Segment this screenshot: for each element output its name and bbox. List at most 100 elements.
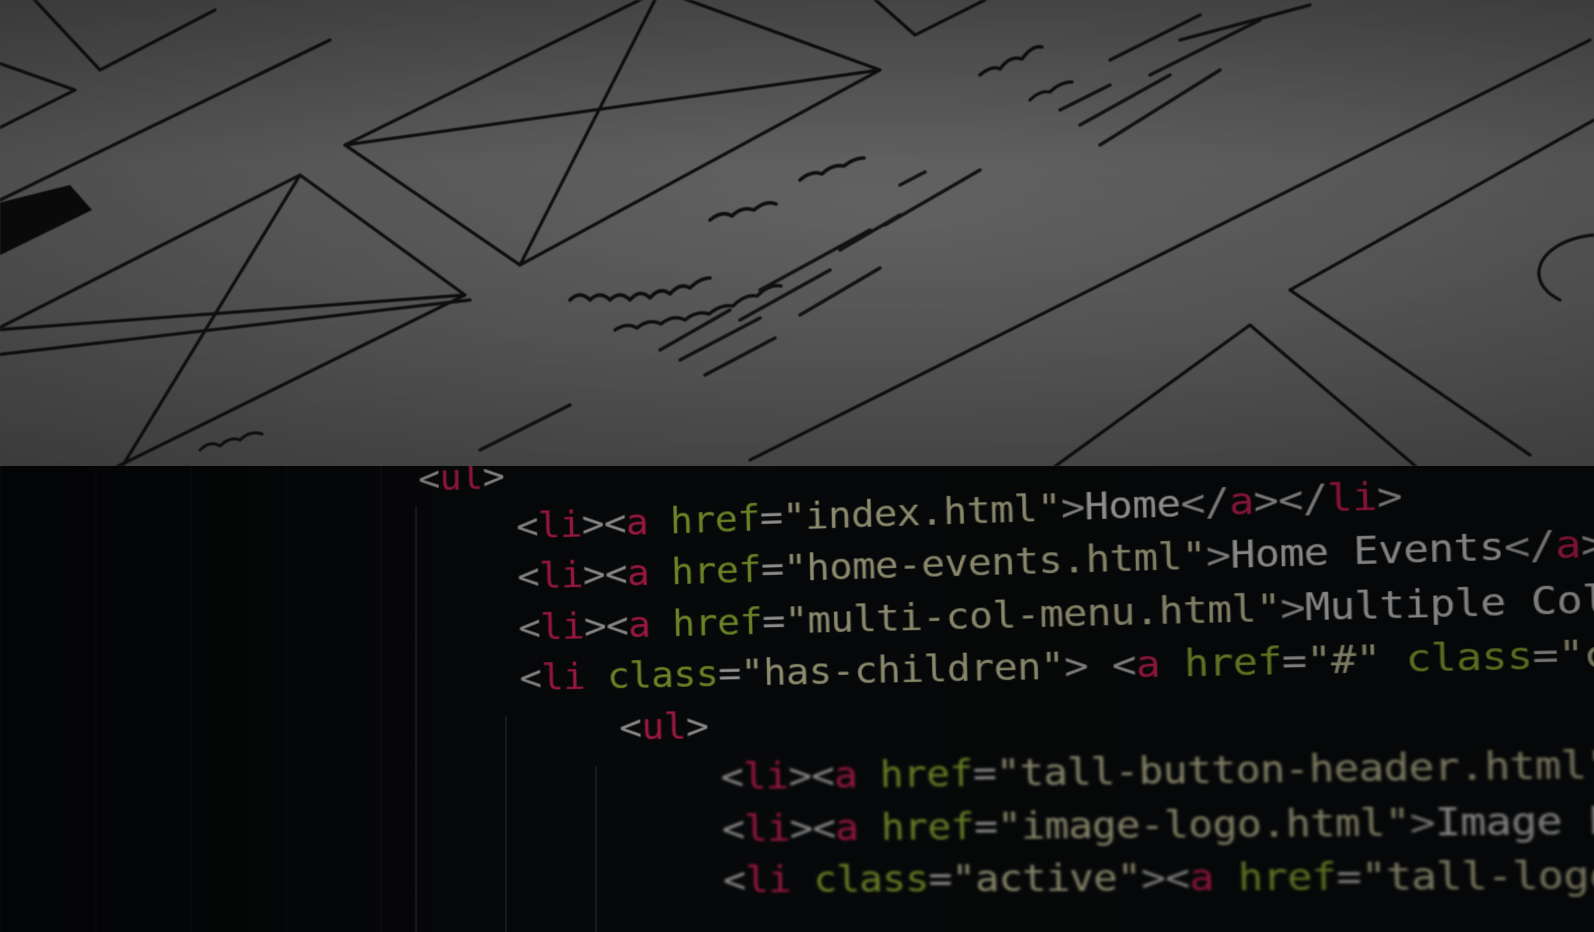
code-token: a (835, 806, 859, 849)
code-token: Home (1084, 482, 1181, 529)
code-token: a (1135, 643, 1160, 688)
code-editor-photo: <ul> <li><a href="index.html">Home</a></l… (0, 466, 1594, 932)
code-token: a (625, 501, 648, 544)
code-token: a (626, 552, 649, 595)
code-token: href (671, 549, 762, 594)
code-token: < (516, 505, 539, 548)
code-token: > (1409, 800, 1435, 845)
code-token: = (762, 600, 786, 643)
code-token: < (723, 859, 746, 902)
code-token: </ (1180, 480, 1230, 526)
code-token: "#" (1306, 637, 1381, 683)
code-token: = (759, 496, 783, 539)
code-token: < (1112, 643, 1137, 687)
code-token: "current" (1557, 628, 1594, 679)
code-token: li (539, 554, 584, 597)
code-token: < (517, 556, 540, 598)
code-token (1160, 642, 1185, 687)
code-token: < (619, 706, 642, 749)
code-token: li (538, 503, 583, 546)
code-token: "tall-button-header.html" (996, 743, 1594, 796)
code-token: >< (582, 553, 627, 596)
code-token: li (1327, 474, 1378, 520)
code-token: a (1189, 856, 1214, 900)
code-token: Home Events (1230, 525, 1505, 578)
code-token: > (482, 466, 505, 498)
code-token: li (743, 755, 789, 798)
code-token: "active" (951, 856, 1141, 901)
code-token: > (1376, 474, 1402, 520)
code-token: > (1280, 585, 1306, 630)
code-token (1088, 644, 1113, 688)
code-token: = (1532, 633, 1559, 679)
sketch-shading (0, 0, 1594, 466)
code-token: > (1060, 485, 1085, 530)
code-token (1213, 856, 1238, 900)
code-token: href (880, 752, 974, 796)
code-token: = (718, 653, 741, 696)
code-token: li (540, 605, 585, 648)
code-line: <li><a href="image-logo.html">Image Logo… (721, 795, 1594, 850)
code-token: "index.html" (782, 486, 1061, 539)
code-token (858, 806, 882, 849)
code-token: < (519, 657, 542, 699)
code-token: class (607, 653, 719, 698)
code-listing: <ul> <li><a href="index.html">Home</a></l… (0, 466, 1594, 932)
code-token: class (813, 858, 929, 902)
code-token: >< (789, 806, 836, 849)
code-token: < (720, 756, 743, 799)
code-token: = (972, 752, 996, 796)
code-token: a (834, 754, 858, 797)
code-token (857, 754, 881, 797)
code-token: li (541, 656, 586, 699)
code-token: "home-events.html" (783, 534, 1206, 590)
code-token: > (1205, 533, 1230, 578)
code-token: class (1405, 634, 1533, 682)
code-token (790, 859, 814, 902)
code-token: a (1555, 522, 1582, 568)
code-token: li (744, 807, 790, 850)
code-line: <ul> (418, 466, 505, 500)
code-token: ></ (1253, 476, 1328, 523)
code-token: ul (439, 466, 483, 500)
code-token: = (1281, 639, 1307, 684)
code-token: href (881, 805, 975, 849)
code-token: "image-logo.html" (997, 800, 1410, 848)
code-token: Image Logo (1434, 797, 1594, 845)
code-token: "tall-logo.html" (1361, 852, 1594, 899)
wireframe-sketch-photo (0, 0, 1594, 466)
code-token (1380, 637, 1406, 682)
code-token: li (745, 859, 791, 902)
code-token: >< (584, 604, 629, 647)
code-token: </ (1504, 523, 1556, 570)
code-token: a (628, 603, 651, 646)
code-token: href (1238, 855, 1337, 900)
code-token (650, 603, 673, 646)
code-token (649, 551, 672, 594)
code-token: href (670, 497, 761, 543)
code-token: >< (1141, 856, 1190, 900)
code-token: = (1336, 855, 1362, 900)
code-token: < (418, 466, 440, 500)
code-token: >< (788, 754, 835, 797)
code-line: <ul> (619, 705, 709, 749)
code-token: > (1064, 644, 1089, 688)
code-token: a (1229, 479, 1254, 524)
code-line: <li class="active"><a href="tall-logo.ht… (723, 851, 1594, 901)
code-token: ul (641, 705, 686, 748)
code-token: < (721, 807, 744, 850)
code-token: < (518, 606, 541, 648)
code-token: > (685, 705, 708, 748)
code-token: "multi-col-menu.html" (784, 586, 1281, 643)
code-token: href (672, 600, 763, 645)
code-token: Multiple Column Menu (1305, 571, 1594, 630)
code-token (647, 500, 670, 543)
code-token: ></ (1580, 520, 1594, 568)
code-token: = (928, 858, 952, 901)
code-token: "has-children" (740, 645, 1065, 695)
code-token: href (1184, 640, 1283, 686)
code-token (585, 656, 608, 699)
code-token: >< (581, 502, 626, 546)
code-line: <li><a href="tall-button-header.html">Ta… (720, 738, 1594, 799)
code-token: = (974, 805, 998, 849)
